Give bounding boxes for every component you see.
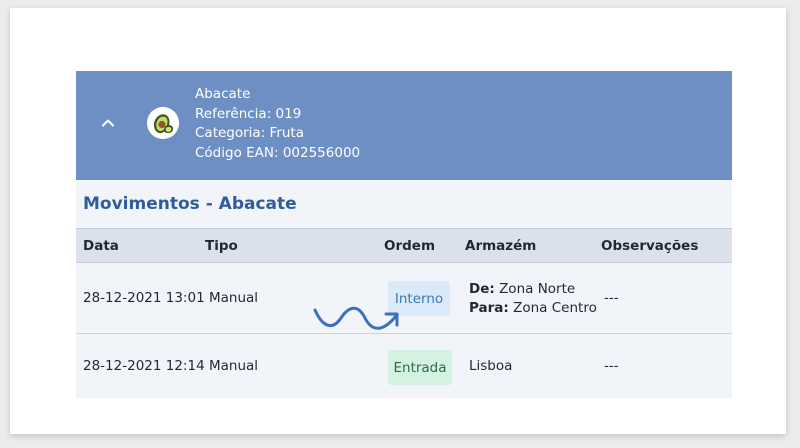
row-notes: --- bbox=[604, 358, 619, 374]
section-title: Movimentos - Abacate bbox=[76, 180, 732, 228]
table-header: Data Tipo Ordem Armazém Observações bbox=[76, 228, 732, 263]
page-card: Abacate Referência: 019 Categoria: Fruta… bbox=[10, 8, 786, 434]
row-date: 28-12-2021 12:14 bbox=[83, 358, 205, 374]
product-header: Abacate Referência: 019 Categoria: Fruta… bbox=[76, 71, 732, 180]
row-type: Manual bbox=[209, 290, 259, 306]
warehouse-to-value: Zona Centro bbox=[513, 300, 597, 316]
product-info: Abacate Referência: 019 Categoria: Fruta… bbox=[195, 85, 360, 163]
row-warehouse: Lisboa bbox=[469, 358, 513, 374]
order-badge-entry: Entrada bbox=[388, 350, 452, 385]
product-reference: Referência: 019 bbox=[195, 105, 302, 122]
column-header-notes: Observações bbox=[601, 238, 699, 254]
product-ean: Código EAN: 002556000 bbox=[195, 144, 361, 161]
column-header-type: Tipo bbox=[205, 238, 238, 254]
avocado-icon bbox=[147, 107, 179, 139]
warehouse-from: De: Zona Norte bbox=[469, 280, 597, 299]
product-name: Abacate bbox=[195, 86, 251, 102]
column-header-date: Data bbox=[83, 238, 119, 254]
curved-arrow-icon bbox=[313, 306, 399, 330]
product-category: Categoria: Fruta bbox=[195, 125, 304, 141]
product-movements-panel: Abacate Referência: 019 Categoria: Fruta… bbox=[76, 71, 732, 398]
warehouse-to-label: Para: bbox=[469, 300, 509, 316]
section-title-text: Movimentos - Abacate bbox=[83, 194, 297, 214]
row-type: Manual bbox=[209, 358, 259, 374]
row-notes: --- bbox=[604, 290, 619, 306]
row-warehouse: De: Zona Norte Para: Zona Centro bbox=[469, 280, 597, 318]
row-date: 28-12-2021 13:01 bbox=[83, 290, 205, 306]
column-header-warehouse: Armazém bbox=[465, 238, 537, 254]
warehouse-to: Para: Zona Centro bbox=[469, 299, 597, 318]
chevron-up-icon[interactable] bbox=[100, 115, 116, 131]
table-row[interactable]: 28-12-2021 12:14 Manual Entrada Lisboa -… bbox=[76, 334, 732, 398]
column-header-order: Ordem bbox=[384, 238, 436, 254]
warehouse-from-value: Zona Norte bbox=[499, 281, 576, 297]
warehouse-from-label: De: bbox=[469, 281, 495, 297]
